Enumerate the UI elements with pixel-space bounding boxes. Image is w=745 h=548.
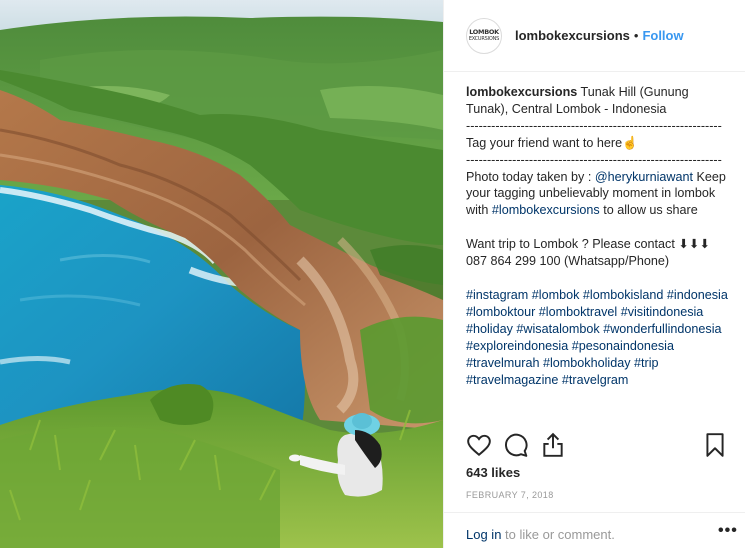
avatar-logo-subtext: EXCURSIONS <box>468 36 500 42</box>
caption-username[interactable]: lombokexcursions <box>466 85 577 99</box>
login-prompt: Log in to like or comment. <box>466 527 615 542</box>
post-photo[interactable] <box>0 0 443 548</box>
caption-text: to allow us share <box>599 203 698 218</box>
login-prompt-text: to like or comment. <box>501 527 615 542</box>
follow-button[interactable]: Follow <box>642 28 683 43</box>
hashtag-list[interactable]: #instagram #lombok #lombokisland #indone… <box>466 287 728 388</box>
separator-dot: • <box>633 28 639 43</box>
caption: lombokexcursions Tunak Hill (Gunung Tuna… <box>466 84 728 426</box>
likes-count[interactable]: 643 likes <box>466 465 520 480</box>
username-link[interactable]: lombokexcursions <box>515 28 630 43</box>
caption-text: Tag your friend want to here☝ <box>466 135 638 150</box>
post-panel: LOMBOK EXCURSIONS lombokexcursions • Fol… <box>443 0 745 548</box>
caption-text: Photo today taken by : <box>466 169 595 184</box>
comment-footer: Log in to like or comment. ••• <box>444 512 745 548</box>
avatar[interactable]: LOMBOK EXCURSIONS <box>466 17 502 54</box>
hashtag-link[interactable]: #lombokexcursions <box>492 203 600 217</box>
caption-divider: ----------------------------------------… <box>466 118 722 133</box>
caption-contact: Want trip to Lombok ? Please contact ⬇⬇⬇… <box>466 237 710 269</box>
login-link[interactable]: Log in <box>466 527 501 542</box>
action-bar <box>466 432 728 460</box>
post-date[interactable]: FEBRUARY 7, 2018 <box>466 490 554 500</box>
bookmark-icon[interactable] <box>702 432 728 458</box>
mention-link[interactable]: @herykurniawant <box>595 170 693 184</box>
post-header: LOMBOK EXCURSIONS lombokexcursions • Fol… <box>444 0 745 72</box>
caption-block: lombokexcursions Tunak Hill (Gunung Tuna… <box>466 84 728 118</box>
comment-icon[interactable] <box>503 432 529 458</box>
avatar-logo-text: LOMBOK <box>469 28 499 36</box>
caption-block: ----------------------------------------… <box>466 152 728 220</box>
coastline-photo <box>0 0 443 548</box>
heart-icon[interactable] <box>466 432 492 458</box>
more-options-icon[interactable]: ••• <box>718 522 738 540</box>
share-icon[interactable] <box>540 432 566 458</box>
caption-divider: ----------------------------------------… <box>466 152 722 167</box>
